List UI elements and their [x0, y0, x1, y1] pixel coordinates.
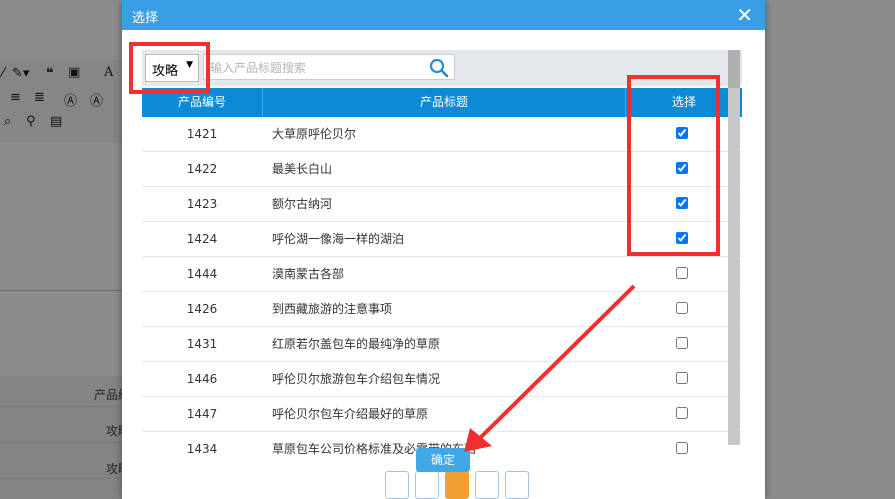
annotation-arrow	[464, 284, 636, 452]
